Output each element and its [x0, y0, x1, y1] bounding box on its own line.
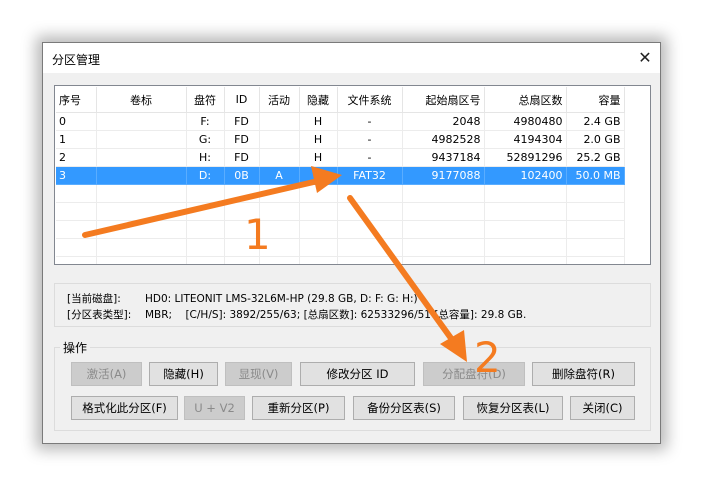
cell-active: [259, 130, 300, 149]
modify-id-button[interactable]: 修改分区 ID: [300, 362, 415, 386]
cell-id: FD: [224, 112, 260, 131]
cell-index: 1: [56, 130, 97, 149]
cell-hidden: H: [299, 148, 338, 167]
table-row[interactable]: 0 F: FD H - 2048 4980480 2.4 GB: [56, 112, 625, 131]
col-header-index[interactable]: 序号: [56, 87, 97, 113]
empty-row: [56, 238, 625, 257]
step-number-2: 2: [474, 333, 501, 382]
cell-label: [96, 166, 187, 185]
col-header-hidden[interactable]: 隐藏: [299, 87, 338, 113]
table-row[interactable]: 1 G: FD H - 4982528 4194304 2.0 GB: [56, 130, 625, 149]
col-header-filesystem[interactable]: 文件系统: [337, 87, 403, 113]
cell-letter: D:: [186, 166, 225, 185]
backup-table-button[interactable]: 备份分区表(S): [353, 396, 455, 420]
cell-active: [259, 148, 300, 167]
cell-capacity: 50.0 MB: [566, 166, 625, 185]
empty-row: [56, 184, 625, 203]
cell-index: 3: [56, 166, 97, 185]
type-value: MBR;: [145, 309, 173, 321]
delete-letter-button[interactable]: 删除盘符(R): [532, 362, 635, 386]
empty-row: [56, 220, 625, 239]
table-row[interactable]: 2 H: FD H - 9437184 52891296 25.2 GB: [56, 148, 625, 167]
cell-label: [96, 130, 187, 149]
cell-hidden: [299, 166, 338, 185]
disk-label: [当前磁盘]:: [67, 293, 121, 305]
cell-total-sectors: 102400: [484, 166, 567, 185]
cell-filesystem: -: [337, 112, 403, 131]
cell-total-sectors: 4980480: [484, 112, 567, 131]
col-header-capacity[interactable]: 容量: [566, 87, 625, 113]
chs-value: [C/H/S]: 3892/255/63; [总扇区数]: 62533296/5…: [185, 309, 431, 321]
col-header-active[interactable]: 活动: [259, 87, 300, 113]
cell-id: 0B: [224, 166, 260, 185]
cell-filesystem: -: [337, 148, 403, 167]
cell-hidden: H: [299, 112, 338, 131]
total-capacity: [总容量]: 29.8 GB.: [434, 309, 527, 321]
cell-start-sector: 4982528: [402, 130, 485, 149]
col-header-start-sector[interactable]: 起始扇区号: [402, 87, 485, 113]
partition-table: 序号 卷标 盘符 ID 活动 隐藏 文件系统 起始扇区号 总扇区数 容量 0 F…: [56, 87, 625, 264]
cell-total-sectors: 4194304: [484, 130, 567, 149]
restore-table-button[interactable]: 恢复分区表(L): [463, 396, 563, 420]
disk-info-line: [当前磁盘]: HD0: LITEONIT LMS-32L6M-HP (29.8 …: [67, 291, 418, 306]
cell-index: 0: [56, 112, 97, 131]
col-header-label[interactable]: 卷标: [96, 87, 187, 113]
cell-capacity: 2.4 GB: [566, 112, 625, 131]
cell-hidden: H: [299, 130, 338, 149]
cell-capacity: 2.0 GB: [566, 130, 625, 149]
disk-value: HD0: LITEONIT LMS-32L6M-HP (29.8 GB, D: …: [145, 293, 418, 305]
cell-label: [96, 148, 187, 167]
empty-row: [56, 202, 625, 221]
disk-info-panel: [当前磁盘]: HD0: LITEONIT LMS-32L6M-HP (29.8 …: [54, 283, 651, 327]
cell-letter: H:: [186, 148, 225, 167]
cell-active: A: [259, 166, 300, 185]
empty-row: [56, 256, 625, 264]
close-button[interactable]: 关闭(C): [570, 396, 635, 420]
uv2-button[interactable]: U + V2: [184, 396, 245, 420]
cell-start-sector: 9437184: [402, 148, 485, 167]
partition-manager-dialog: 分区管理 ✕ 序号 卷标 盘符 ID 活动 隐藏 文件系统 起始扇区号 总扇区数…: [42, 42, 661, 444]
cell-id: FD: [224, 130, 260, 149]
hide-button[interactable]: 隐藏(H): [149, 362, 218, 386]
cell-total-sectors: 52891296: [484, 148, 567, 167]
cell-index: 2: [56, 148, 97, 167]
cell-label: [96, 112, 187, 131]
cell-capacity: 25.2 GB: [566, 148, 625, 167]
actions-group-label: 操作: [60, 339, 91, 356]
col-header-id[interactable]: ID: [224, 87, 260, 113]
show-button[interactable]: 显现(V): [225, 362, 292, 386]
cell-filesystem: -: [337, 130, 403, 149]
window-title: 分区管理: [52, 53, 101, 67]
format-partition-button[interactable]: 格式化此分区(F): [71, 396, 178, 420]
activate-button[interactable]: 激活(A): [71, 362, 142, 386]
title-bar: 分区管理 ✕: [43, 43, 660, 73]
cell-letter: G:: [186, 130, 225, 149]
type-label: [分区表类型]:: [67, 309, 132, 321]
cell-id: FD: [224, 148, 260, 167]
col-header-letter[interactable]: 盘符: [186, 87, 225, 113]
cell-active: [259, 112, 300, 131]
step-number-1: 1: [244, 210, 271, 259]
close-icon[interactable]: ✕: [630, 43, 660, 73]
table-row-selected[interactable]: 3 D: 0B A FAT32 9177088 102400 50.0 MB: [56, 166, 625, 185]
table-header: 序号 卷标 盘符 ID 活动 隐藏 文件系统 起始扇区号 总扇区数 容量: [56, 87, 625, 113]
cell-filesystem: FAT32: [337, 166, 403, 185]
partition-list[interactable]: 序号 卷标 盘符 ID 活动 隐藏 文件系统 起始扇区号 总扇区数 容量 0 F…: [54, 85, 651, 265]
repartition-button[interactable]: 重新分区(P): [252, 396, 345, 420]
cell-letter: F:: [186, 112, 225, 131]
partition-type-line: [分区表类型]: MBR; [C/H/S]: 3892/255/63; [总扇区数…: [67, 307, 526, 322]
cell-start-sector: 9177088: [402, 166, 485, 185]
col-header-total-sectors[interactable]: 总扇区数: [484, 87, 567, 113]
cell-start-sector: 2048: [402, 112, 485, 131]
